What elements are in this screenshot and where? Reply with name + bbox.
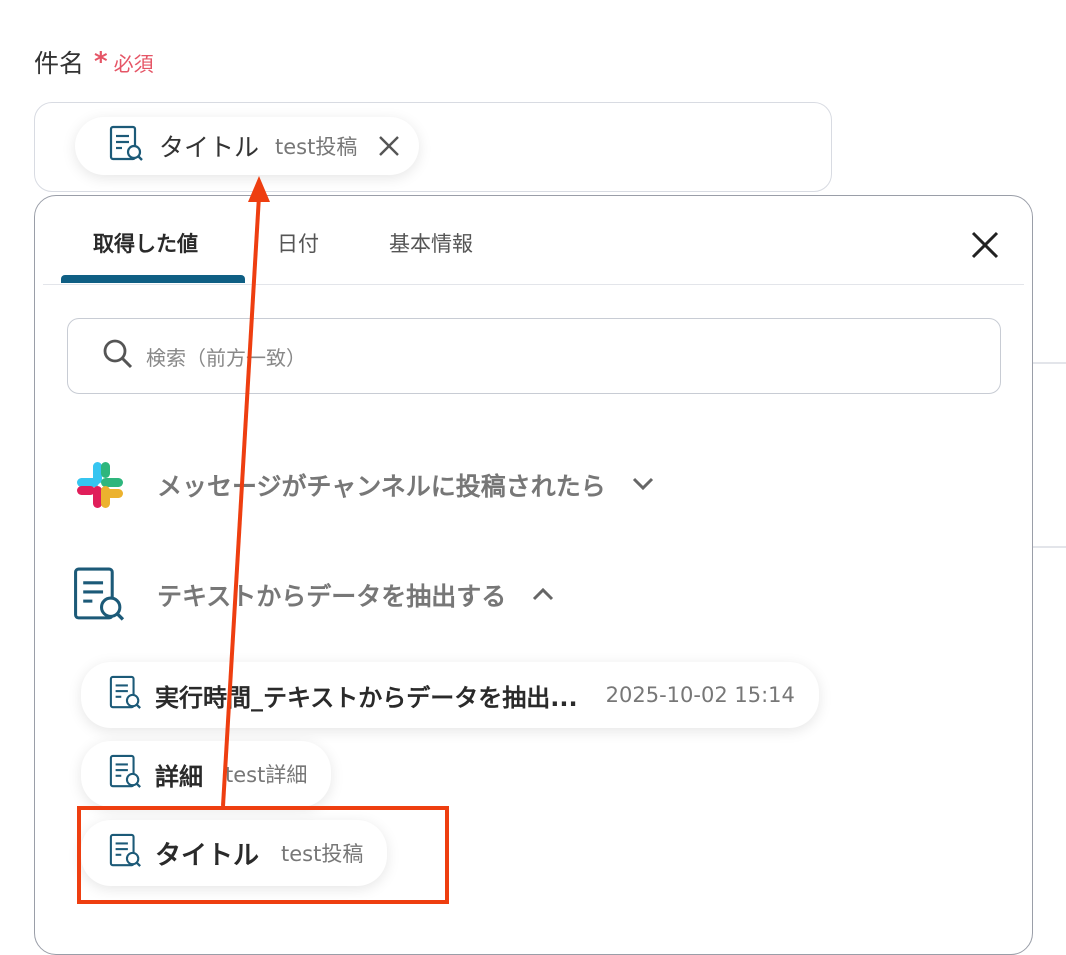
- item-label: 詳細: [155, 762, 203, 791]
- document-search-icon: [71, 566, 129, 624]
- tab-basic-info[interactable]: 基本情報: [389, 228, 473, 258]
- item-label: タイトル: [155, 840, 260, 871]
- divider: [1033, 362, 1066, 364]
- selected-value-chip[interactable]: タイトル test投稿: [75, 117, 420, 175]
- required-asterisk: *: [94, 47, 108, 77]
- item-value: 2025-10-02 15:14: [605, 683, 795, 707]
- tab-bar: 取得した値 日付 基本情報: [43, 196, 1024, 285]
- document-search-icon: [109, 754, 143, 794]
- chevron-down-icon: [632, 476, 654, 495]
- subject-input[interactable]: タイトル test投稿: [34, 102, 832, 192]
- active-tab-indicator: [61, 275, 245, 283]
- list-item[interactable]: 実行時間_テキストからデータを抽出... 2025-10-02 15:14: [81, 662, 819, 728]
- search-placeholder: 検索（前方一致）: [146, 345, 306, 370]
- tab-date[interactable]: 日付: [277, 228, 319, 258]
- field-label: 件名 * 必須: [34, 44, 154, 80]
- chip-value: test投稿: [275, 135, 358, 159]
- section-title: テキストからデータを抽出する: [157, 582, 507, 611]
- list-item[interactable]: タイトル test投稿: [81, 820, 388, 886]
- slack-logo-icon: [73, 458, 127, 512]
- search-icon: [102, 338, 134, 374]
- section-extract-data[interactable]: テキストからデータを抽出する: [71, 566, 554, 624]
- close-icon[interactable]: [375, 132, 403, 160]
- chip-label: タイトル: [159, 133, 260, 162]
- section-slack-trigger[interactable]: メッセージがチャンネルに投稿されたら: [73, 458, 654, 512]
- divider: [1033, 546, 1066, 548]
- section-title: メッセージがチャンネルに投稿されたら: [157, 472, 606, 501]
- chevron-up-icon: [532, 586, 554, 605]
- item-value: test詳細: [225, 763, 308, 787]
- field-name: 件名: [34, 49, 85, 78]
- document-search-icon: [109, 833, 143, 873]
- tab-retrieved-values[interactable]: 取得した値: [93, 228, 198, 258]
- value-picker-panel: 取得した値 日付 基本情報 検索（前方一致） メッセージがチャンネルに投稿された…: [34, 195, 1033, 955]
- required-text: 必須: [113, 51, 154, 76]
- item-value: test投稿: [281, 842, 364, 866]
- close-icon[interactable]: [968, 228, 1002, 262]
- list-item[interactable]: 詳細 test詳細: [81, 741, 332, 807]
- document-search-icon: [109, 675, 143, 715]
- item-label: 実行時間_テキストからデータを抽出...: [155, 683, 578, 712]
- search-input[interactable]: 検索（前方一致）: [67, 318, 1001, 394]
- document-search-icon: [109, 125, 145, 167]
